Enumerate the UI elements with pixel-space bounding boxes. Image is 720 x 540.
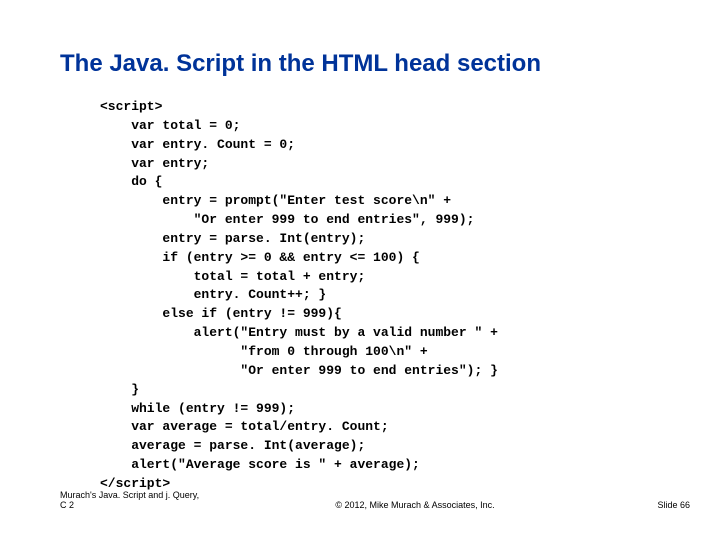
footer-book-reference: Murach's Java. Script and j. Query, C 2 — [60, 490, 200, 510]
slide-footer: Murach's Java. Script and j. Query, C 2 … — [60, 490, 690, 510]
presentation-slide: The Java. Script in the HTML head sectio… — [0, 0, 720, 540]
code-snippet: <script> var total = 0; var entry. Count… — [60, 98, 660, 494]
footer-copyright: © 2012, Mike Murach & Associates, Inc. — [200, 500, 630, 510]
slide-title: The Java. Script in the HTML head sectio… — [60, 50, 660, 78]
footer-slide-number: Slide 66 — [630, 500, 690, 510]
